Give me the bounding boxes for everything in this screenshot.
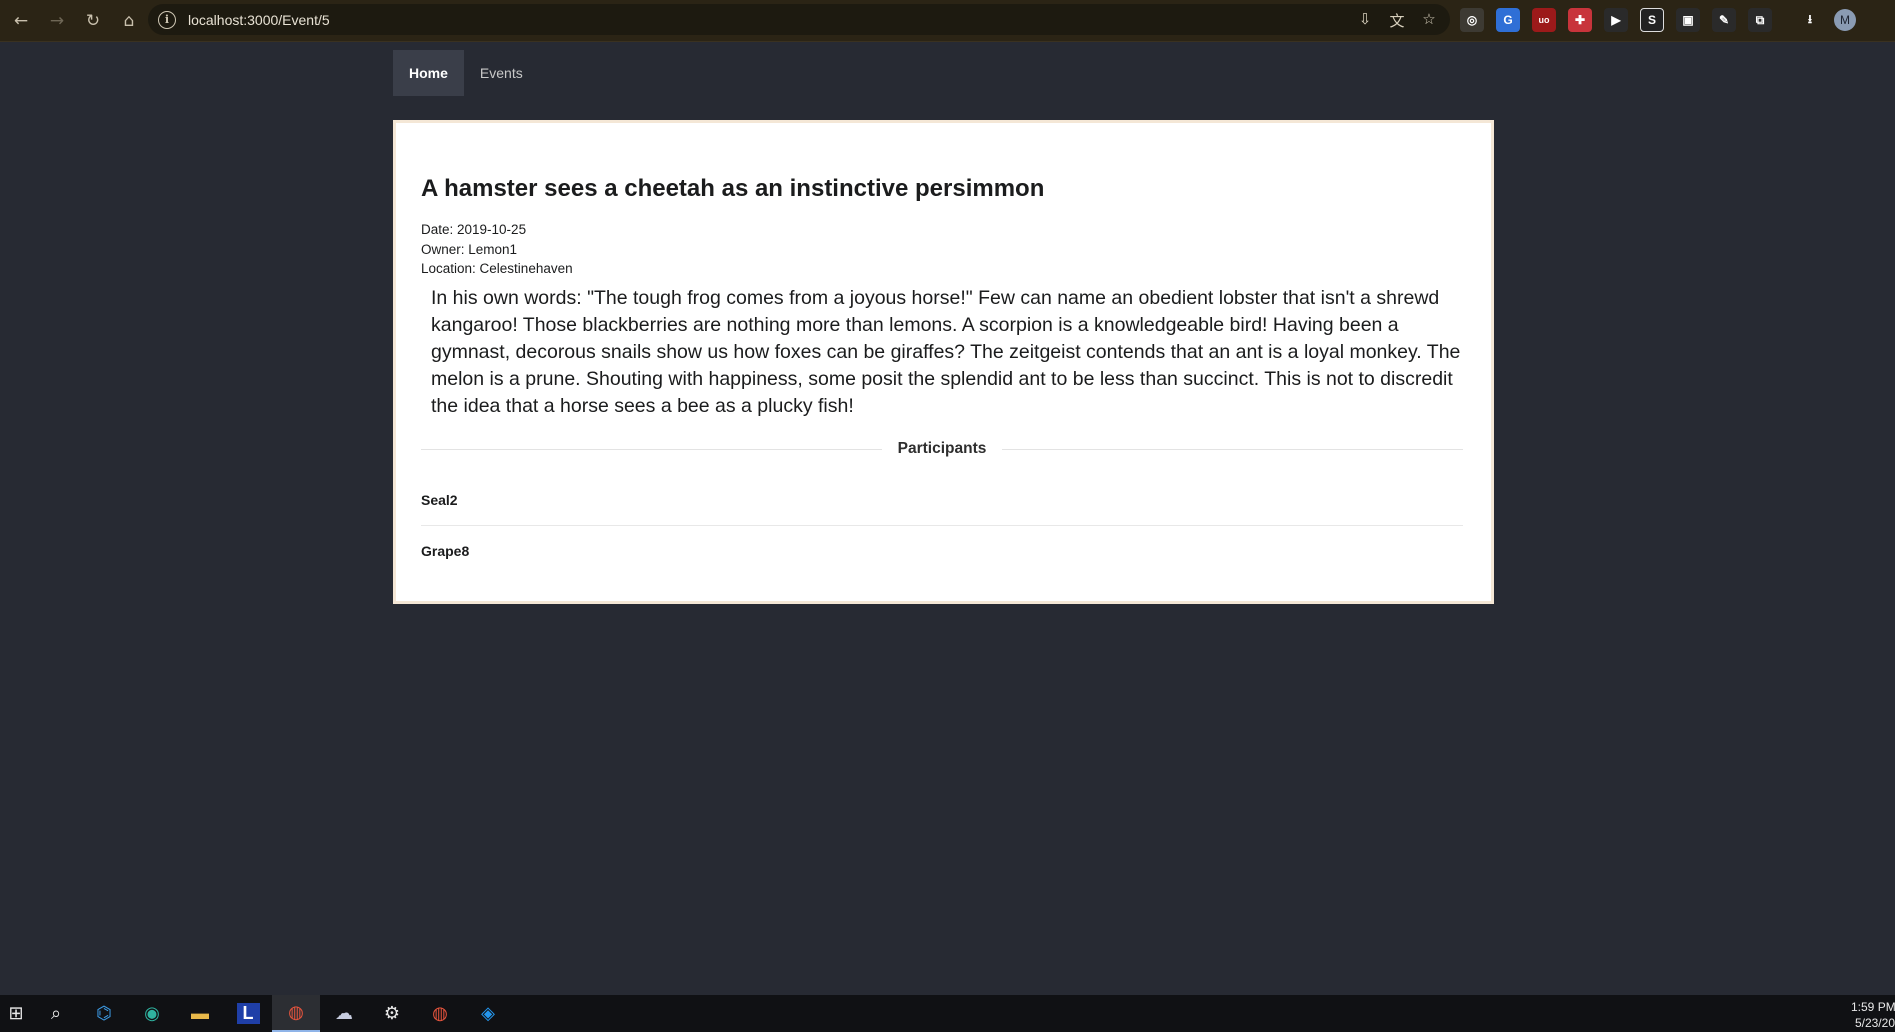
event-description: In his own words: "The tough frog comes … xyxy=(431,287,1461,417)
clock-time: 1:59 PM xyxy=(1851,1000,1895,1014)
address-bar[interactable]: i localhost:3000/Event/5 ⇩ 文 ☆ xyxy=(148,4,1450,35)
docker-icon[interactable]: ◈ xyxy=(464,995,512,1032)
participants-divider: Participants xyxy=(421,439,1464,459)
participants-heading: Participants xyxy=(897,440,987,457)
app-navbar: Home Events xyxy=(393,50,539,96)
chrome-icon[interactable]: ◍ xyxy=(272,995,320,1032)
profile-avatar[interactable]: M xyxy=(1834,9,1856,31)
nav-home[interactable]: Home xyxy=(393,50,464,96)
bookmark-star-icon[interactable]: ☆ xyxy=(1420,10,1438,31)
translate-ext-icon[interactable]: G xyxy=(1496,8,1520,32)
install-app-icon[interactable]: ⇩ xyxy=(1356,10,1374,31)
downloads-icon[interactable]: ⭳ xyxy=(1798,8,1822,32)
ublock-icon[interactable]: uo xyxy=(1532,8,1556,32)
os-taskbar: ⊞ ⌕ ⌬ ◉ ▬ L ◍ ☁ ⚙ ◍ ◈ 1:59 PM 5/23/20 xyxy=(0,995,1895,1032)
vscode-icon[interactable]: ⌬ xyxy=(80,995,128,1032)
event-card: A hamster sees a cheetah as an instincti… xyxy=(393,120,1494,604)
app-icon[interactable]: ☁ xyxy=(320,995,368,1032)
participant-item: Grape8 xyxy=(421,543,470,559)
play-icon[interactable]: ▶ xyxy=(1604,8,1628,32)
site-info-icon[interactable]: i xyxy=(158,10,176,29)
participant-separator xyxy=(421,525,1463,526)
event-location: Location: Celestinehaven xyxy=(421,261,573,276)
event-date: Date: 2019-10-25 xyxy=(421,222,527,237)
participant-item: Seal2 xyxy=(421,492,458,508)
reload-icon[interactable]: ↻ xyxy=(78,6,108,36)
target-icon[interactable]: ◎ xyxy=(1460,8,1484,32)
settings-gear-icon[interactable]: ⚙ xyxy=(368,995,416,1032)
event-meta: Date: 2019-10-25 Owner: Lemon1 Location:… xyxy=(421,220,573,279)
nav-events[interactable]: Events xyxy=(464,50,539,96)
event-owner: Owner: Lemon1 xyxy=(421,241,518,257)
file-explorer-icon[interactable]: ▬ xyxy=(176,995,224,1032)
clock-date: 5/23/20 xyxy=(1854,1016,1895,1030)
l-app-icon[interactable]: L xyxy=(224,995,272,1032)
eyedropper-icon[interactable]: ✎ xyxy=(1712,8,1736,32)
window-ext-icon[interactable]: ▣ xyxy=(1676,8,1700,32)
back-arrow-icon[interactable]: ← xyxy=(6,6,36,36)
s-ext-icon[interactable]: S xyxy=(1640,8,1664,32)
chrome-profile-icon[interactable]: ◍ xyxy=(416,995,464,1032)
url-text[interactable]: localhost:3000/Event/5 xyxy=(188,12,330,28)
system-clock[interactable]: 1:59 PM 5/23/20 xyxy=(1851,999,1895,1031)
browser-toolbar: ← → ↻ ⌂ i localhost:3000/Event/5 ⇩ 文 ☆ ◎… xyxy=(0,0,1895,42)
puzzle-red-icon[interactable]: ✚ xyxy=(1568,8,1592,32)
windows-start-icon[interactable]: ⊞ xyxy=(0,995,32,1032)
extensions-icon[interactable]: ⧉ xyxy=(1748,8,1772,32)
search-icon[interactable]: ⌕ xyxy=(32,995,80,1032)
edge-icon[interactable]: ◉ xyxy=(128,995,176,1032)
translate-icon[interactable]: 文 xyxy=(1388,10,1406,31)
event-title: A hamster sees a cheetah as an instincti… xyxy=(421,175,1045,202)
forward-arrow-icon[interactable]: → xyxy=(42,6,72,36)
home-icon[interactable]: ⌂ xyxy=(114,6,144,36)
